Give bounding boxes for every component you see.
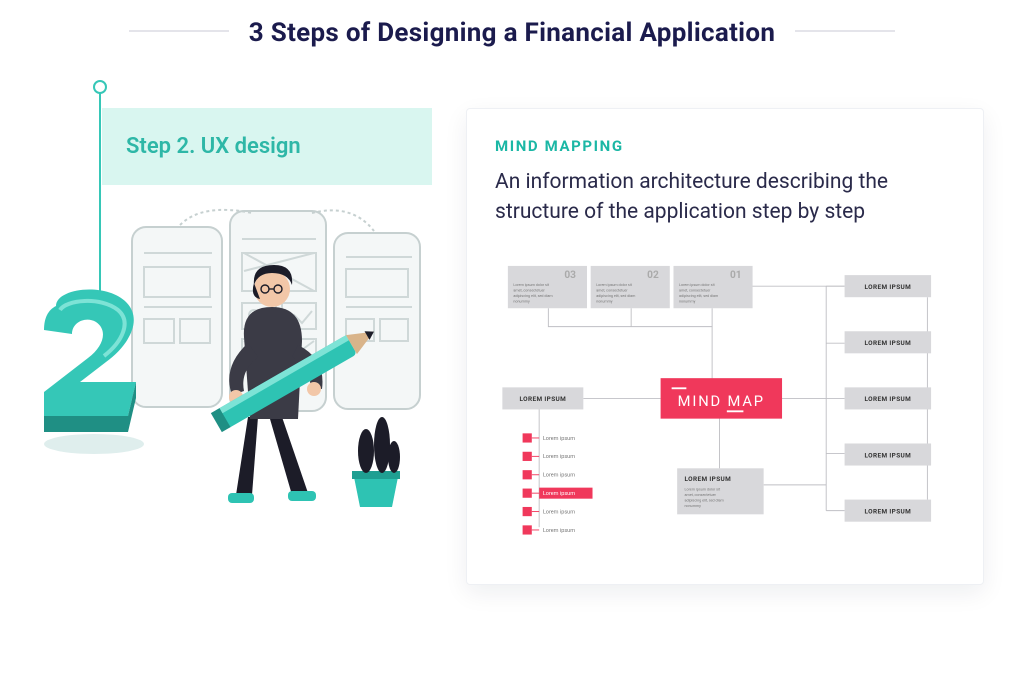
card-description: An information architecture describing t… xyxy=(495,167,955,228)
flag-pole-dot xyxy=(93,80,107,94)
mindmap-left-node: LOREM IPSUM xyxy=(502,387,583,409)
step-label: Step 2. UX design xyxy=(102,108,432,185)
svg-text:Lorem ipsum: Lorem ipsum xyxy=(543,491,575,497)
page-title: 3 Steps of Designing a Financial Applica… xyxy=(249,18,775,48)
svg-text:amet, consectetuer: amet, consectetuer xyxy=(685,493,717,497)
svg-text:amet, consectetuer: amet, consectetuer xyxy=(513,289,545,293)
mindmap-center: MIND MAP xyxy=(661,378,782,418)
svg-text:amet, consectetuer: amet, consectetuer xyxy=(596,289,628,293)
svg-text:LOREM IPSUM: LOREM IPSUM xyxy=(865,339,912,347)
svg-text:LOREM IPSUM: LOREM IPSUM xyxy=(520,395,567,403)
content-row: Step 2. UX design xyxy=(0,58,1024,605)
mindmap-top-node: 01 Lorem ipsum dolor sit amet, consectet… xyxy=(673,266,752,308)
page-header: 3 Steps of Designing a Financial Applica… xyxy=(0,0,1024,58)
step-flag-wrap: Step 2. UX design xyxy=(102,108,442,185)
mindmap-bullets: Lorem ipsum Lorem ipsum Lorem ipsum Lorem i… xyxy=(523,433,593,534)
svg-text:Lorem ipsum: Lorem ipsum xyxy=(543,454,575,460)
svg-text:adipiscing elit, sed diam: adipiscing elit, sed diam xyxy=(596,294,635,298)
svg-text:LOREM IPSUM: LOREM IPSUM xyxy=(865,451,912,459)
svg-text:nonummy: nonummy xyxy=(596,300,613,304)
flag-pole xyxy=(99,86,101,311)
svg-text:Lorem ipsum: Lorem ipsum xyxy=(543,472,575,478)
svg-text:Lorem ipsum: Lorem ipsum xyxy=(543,436,575,442)
svg-text:adipiscing elit, sed diam: adipiscing elit, sed diam xyxy=(513,294,552,298)
svg-text:Lorem ipsum dolor sit: Lorem ipsum dolor sit xyxy=(513,283,549,287)
svg-text:LOREM IPSUM: LOREM IPSUM xyxy=(685,475,732,483)
svg-text:Lorem ipsum dolor sit: Lorem ipsum dolor sit xyxy=(685,487,721,491)
svg-text:adipiscing elit, sed diam: adipiscing elit, sed diam xyxy=(685,498,724,502)
svg-text:02: 02 xyxy=(647,270,659,281)
mindmap-top-node: 02 Lorem ipsum dolor sit amet, consectet… xyxy=(591,266,670,308)
svg-text:Lorem ipsum: Lorem ipsum xyxy=(543,509,575,515)
card-eyebrow: MIND MAPPING xyxy=(495,137,955,155)
mindmap-top-node: 03 Lorem ipsum dolor sit amet, consectet… xyxy=(508,266,587,308)
svg-text:LOREM IPSUM: LOREM IPSUM xyxy=(865,507,912,515)
svg-text:01: 01 xyxy=(730,270,742,281)
svg-text:03: 03 xyxy=(564,270,576,281)
left-panel: Step 2. UX design xyxy=(40,108,442,521)
svg-text:MIND MAP: MIND MAP xyxy=(678,392,765,410)
detail-card: MIND MAPPING An information architecture… xyxy=(466,108,984,585)
svg-text:Lorem ipsum dolor sit: Lorem ipsum dolor sit xyxy=(679,283,715,287)
svg-text:LOREM IPSUM: LOREM IPSUM xyxy=(865,395,912,403)
svg-text:nonummy: nonummy xyxy=(513,300,530,304)
svg-text:amet, consectetuer: amet, consectetuer xyxy=(679,289,711,293)
svg-text:adipiscing elit, sed diam: adipiscing elit, sed diam xyxy=(679,294,718,298)
svg-text:Lorem ipsum: Lorem ipsum xyxy=(543,528,575,534)
divider-right xyxy=(795,30,895,32)
step-number-icon xyxy=(36,288,156,458)
svg-text:LOREM IPSUM: LOREM IPSUM xyxy=(865,283,912,291)
svg-text:Lorem ipsum dolor sit: Lorem ipsum dolor sit xyxy=(596,283,632,287)
svg-text:nonummy: nonummy xyxy=(679,300,696,304)
svg-text:nonummy: nonummy xyxy=(685,504,702,508)
mindmap-bottom-node: LOREM IPSUM Lorem ipsum dolor sit amet, … xyxy=(677,468,763,514)
mindmap-right-nodes: LOREM IPSUM LOREM IPSUM LOREM IPSUM LOREM I… xyxy=(845,275,931,522)
divider-left xyxy=(129,30,229,32)
mind-map-diagram: 03 Lorem ipsum dolor sit amet, consectet… xyxy=(495,248,955,558)
